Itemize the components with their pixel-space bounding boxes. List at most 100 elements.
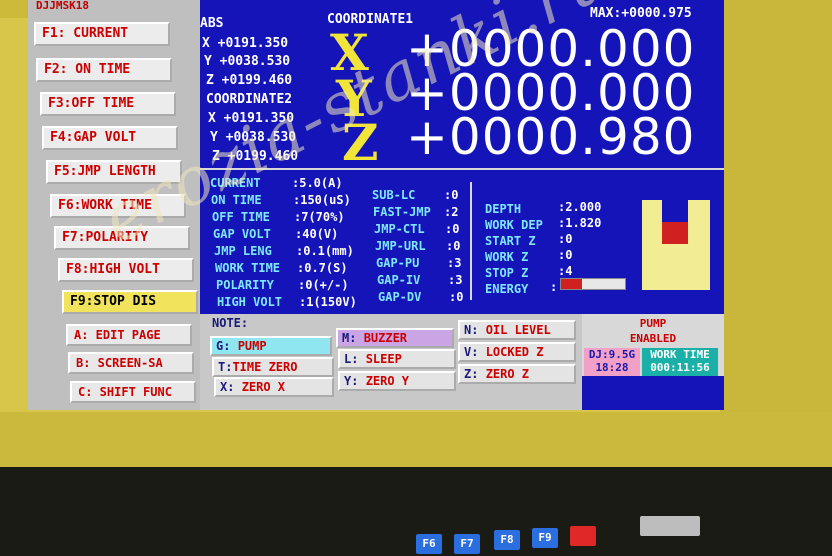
abs-title: ABS (200, 16, 224, 31)
abs-z-readout: Z +0199.460 (206, 73, 293, 88)
zero-y-button-label: ZERO Y (365, 374, 410, 388)
time-zero-key: T: (218, 360, 233, 374)
energy-bar-fill (561, 279, 582, 289)
zero-z-button-label: ZERO Z (485, 367, 530, 381)
start-z-label: START Z (485, 234, 536, 248)
sleep-key: L: (344, 352, 359, 366)
note-label: NOTE: (212, 316, 249, 330)
work-z-label: WORK Z (485, 250, 529, 264)
sub-lc-value: :0 (444, 188, 459, 202)
param-polarity-value: :0(+/-) (298, 278, 349, 292)
screen-save-button[interactable]: B: SCREEN-SA (68, 352, 194, 374)
pump-status-value: ENABLED (629, 332, 677, 345)
locked-z-key: V: (464, 345, 479, 359)
f8-high-volt-button[interactable]: F8:HIGH VOLT (58, 258, 194, 282)
buzzer-key: M: (342, 331, 357, 345)
sleep-button-label: SLEEP (365, 352, 402, 366)
param-current-value: :5.0(A) (292, 176, 343, 190)
depth-gauge-cavity (662, 200, 688, 222)
oil-level-key: N: (464, 323, 479, 337)
fast-jmp-label: FAST-JMP (373, 205, 431, 219)
energy-label: ENERGY (485, 282, 529, 296)
param-gap-volt-value: :40(V) (295, 227, 339, 241)
keyboard-f6-key[interactable]: F6 (416, 534, 442, 554)
zero-z-key: Z: (464, 367, 479, 381)
zero-x-button-label: ZERO X (241, 380, 286, 394)
jmp-ctl-value: :0 (445, 222, 460, 236)
start-z-value: :0 (558, 232, 573, 246)
param-off-time-value: :7(70%) (294, 210, 345, 224)
gap-pu-value: :3 (447, 256, 462, 270)
time-zero-button[interactable]: T:TIME ZERO (212, 357, 334, 377)
keyboard-panel-label (640, 516, 700, 536)
param-jmp-leng-value: :0.1(mm) (296, 244, 354, 258)
fast-jmp-value: :2 (444, 205, 459, 219)
depth-value: :2.000 (558, 200, 602, 214)
param-jmp-leng-label: JMP LENG (214, 244, 272, 258)
dj-readout: DJ:9.5G (588, 348, 636, 361)
sub-lc-label: SUB-LC (372, 188, 416, 202)
zero-z-button[interactable]: Z: ZERO Z (458, 364, 576, 384)
locked-z-button[interactable]: V: LOCKED Z (458, 342, 576, 362)
gap-iv-value: :3 (448, 273, 463, 287)
zero-y-key: Y: (344, 374, 359, 388)
f1-current-button[interactable]: F1: CURRENT (34, 22, 170, 46)
f3-off-time-button[interactable]: F3:OFF TIME (40, 92, 176, 116)
work-z-value: :0 (558, 248, 573, 262)
monitor-bezel-right (720, 0, 832, 412)
edit-page-button[interactable]: A: EDIT PAGE (66, 324, 192, 346)
divider-mid (470, 182, 472, 300)
pump-key: G: (216, 339, 231, 353)
pump-toggle-button[interactable]: G: PUMP (210, 336, 332, 356)
zero-x-key: X: (220, 380, 235, 394)
param-off-time-label: OFF TIME (212, 210, 270, 224)
dj-status-box: DJ:9.5G 18:28 (584, 348, 640, 376)
jmp-url-label: JMP-URL (375, 239, 426, 253)
depth-gauge-fill (662, 222, 688, 244)
param-high-volt-value: :1(150V) (299, 295, 357, 309)
param-on-time-value: :150(uS) (293, 193, 351, 207)
shift-func-button[interactable]: C: SHIFT FUNC (70, 381, 196, 403)
f4-gap-volt-button[interactable]: F4:GAP VOLT (42, 126, 178, 150)
jmp-url-value: :0 (446, 239, 461, 253)
z-axis-value: +0000.980 (406, 108, 696, 166)
stop-z-label: STOP Z (485, 266, 529, 280)
gap-iv-label: GAP-IV (377, 273, 421, 287)
zero-x-button[interactable]: X: ZERO X (214, 377, 334, 397)
work-time-box: WORK TIME 000:11:56 (642, 348, 718, 376)
param-work-time-value: :0.7(S) (297, 261, 348, 275)
param-high-volt-label: HIGH VOLT (217, 295, 283, 309)
energy-colon: : (550, 280, 558, 294)
work-dep-label: WORK DEP (485, 218, 543, 232)
depth-gauge (642, 200, 710, 290)
zero-y-button[interactable]: Y: ZERO Y (338, 371, 456, 391)
locked-z-button-label: LOCKED Z (485, 345, 544, 359)
param-work-time-label: WORK TIME (215, 261, 281, 275)
abs-x-readout: X +0191.350 (202, 36, 289, 51)
f2-on-time-button[interactable]: F2: ON TIME (36, 58, 172, 82)
buzzer-button-label: BUZZER (363, 331, 408, 345)
depth-label: DEPTH (485, 202, 522, 216)
keyboard-f9-key[interactable]: F9 (532, 528, 558, 548)
work-time-value: 000:11:56 (650, 361, 710, 374)
abs-y-readout: Y +0038.530 (204, 54, 291, 69)
param-polarity-label: POLARITY (216, 278, 274, 292)
buzzer-toggle-button[interactable]: M: BUZZER (336, 328, 454, 348)
time-zero-button-label: TIME ZERO (232, 360, 298, 374)
gap-dv-value: :0 (449, 290, 464, 304)
keyboard-f7-key[interactable]: F7 (454, 534, 480, 554)
f9-stop-dis-button[interactable]: F9:STOP DIS (62, 290, 198, 314)
clock-readout: 18:28 (595, 361, 629, 374)
keyboard-stop-key[interactable] (570, 526, 596, 546)
keyboard-f8-key[interactable]: F8 (494, 530, 520, 550)
work-time-title: WORK TIME (650, 348, 710, 361)
energy-bar (560, 278, 626, 290)
gap-pu-label: GAP-PU (376, 256, 420, 270)
oil-level-button[interactable]: N: OIL LEVEL (458, 320, 576, 340)
jmp-ctl-label: JMP-CTL (374, 222, 425, 236)
stop-z-value: :4 (558, 264, 573, 278)
param-gap-volt-label: GAP VOLT (213, 227, 271, 241)
app-title: DJJMSK18 (36, 0, 89, 12)
sleep-button[interactable]: L: SLEEP (338, 349, 456, 369)
pump-status-title: PUMP (639, 317, 667, 330)
